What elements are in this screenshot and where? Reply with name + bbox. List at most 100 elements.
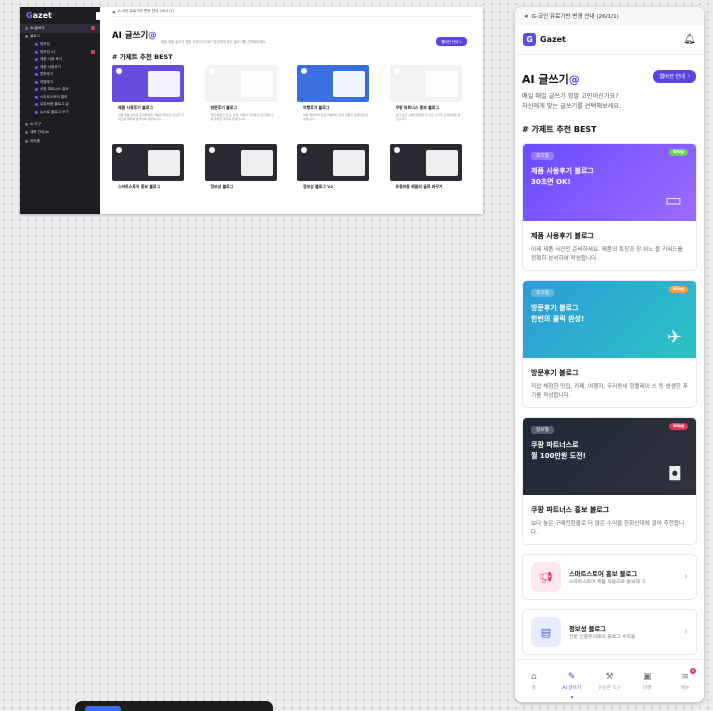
chevron-right-icon: › xyxy=(687,73,690,79)
sidebar-subitem[interactable]: 여행후기 xyxy=(20,79,100,87)
wrench-icon: ⚒ xyxy=(605,671,614,682)
card-title: 제품 사용후기 블로그 xyxy=(118,105,153,110)
sidebar-subitem[interactable]: 정보성 xyxy=(20,41,100,49)
sidebar-subitem[interactable]: 스마트스토어 홍보 xyxy=(20,94,100,102)
brand-name: Gazet xyxy=(540,35,566,44)
desktop-notice-bar[interactable]: ◀ G-코인 유료기반 변경 안내 (26/1/1) xyxy=(112,7,471,17)
sidebar-subitem[interactable]: 쿠팡 파트너스 홍보 xyxy=(20,86,100,94)
desktop-sidebar: Gazet AI 글쓰기 블로그 정보성 정보성 v2 제품 사용 후기 제품 사용후… xyxy=(20,7,102,214)
pen-icon xyxy=(25,26,28,30)
sidebar-item-chat-manage[interactable]: 대화 관리/AI xyxy=(20,129,100,138)
card-title: 방문후기 블로그 xyxy=(210,105,237,110)
card-desc: 이제 제품 사진만 준비하세요. 제품의 특징과 장점을 키워드를 정확히 분석… xyxy=(118,113,184,121)
blog-badge: blog xyxy=(669,149,688,156)
bell-icon[interactable]: 🔔︎ xyxy=(683,34,696,45)
card-desc: 직접 체험한 맛집, 카페, 여행지 우리동네 핫플레이스 등 생생한 후기를 … xyxy=(210,113,274,121)
desktop-main: ◀ G-코인 유료기반 변경 안내 (26/1/1) AI 글쓰기@ 매일 매일… xyxy=(100,7,483,214)
dot-icon xyxy=(35,103,38,107)
chevron-right-icon: › xyxy=(684,572,688,582)
home-icon: ⌂ xyxy=(531,671,537,682)
sidebar-item-ai-writing[interactable]: AI 글쓰기 xyxy=(20,24,100,33)
category-tag: 정보형 xyxy=(531,426,554,434)
gazet-icon xyxy=(393,68,400,74)
tab-store[interactable]: ▣ 마켓 xyxy=(628,660,666,702)
card-banner: 후기형 blog 제품 사용후기 블로그 30초면 OK! ▭ xyxy=(523,144,696,221)
template-card[interactable]: 후기형 blog 제품 사용후기 블로그 30초면 OK! ▭ 제품 사용후기 블로그 이제… xyxy=(522,143,697,271)
preview-image xyxy=(148,71,180,97)
web-guide-button[interactable]: 웹버전 안내 > xyxy=(436,37,467,46)
sidebar-subitem[interactable]: 방문후기 xyxy=(20,71,100,79)
gazet-icon xyxy=(301,147,307,153)
card-desc: 보다 높은 구매전환율로 더 많은 수익을 한화산대에 걸어 추천합니다. xyxy=(531,521,685,536)
template-card[interactable]: 정보형 blog 쿠팡 파트너스로 월 100만원 도전! ◘ 쿠팡 파트너스 홍보 블로… xyxy=(522,417,697,545)
card-thumbnail xyxy=(389,144,462,181)
desktop-template-card[interactable]: 스마트스토어 홍보 블로그 xyxy=(112,144,184,204)
tab-wrench[interactable]: ⚒ 유용한 도구 xyxy=(591,660,629,702)
page-desc: 매일 매일 글쓰기 정말 고민이신가요? 자신에게 맞는 글쓰기를 선택해보세요… xyxy=(522,93,621,110)
dot-icon xyxy=(35,58,38,62)
desktop-template-card[interactable]: 정보성 블로그 xyxy=(204,144,277,204)
gazet-icon xyxy=(116,147,122,153)
sidebar-subitem[interactable]: 정보성 v2 xyxy=(20,49,100,57)
sidebar-subitem[interactable]: 유튜브용 블로그 글 xyxy=(20,101,100,109)
desktop-template-card[interactable]: 정보성 블로그 V2 xyxy=(297,144,369,204)
desktop-logo[interactable]: Gazet xyxy=(20,11,100,24)
document-icon: ▤ xyxy=(531,617,561,647)
dock-button[interactable] xyxy=(85,706,121,711)
category-tag: 후기형 xyxy=(531,289,554,297)
card-title: 스마트스토어 홍보 블로그 xyxy=(118,184,161,189)
tab-menu[interactable]: ≡ 메뉴 N xyxy=(666,660,704,702)
dot-icon xyxy=(35,65,38,69)
web-guide-button[interactable]: 웹버전 안내 › xyxy=(653,70,696,83)
sidebar-subitem[interactable]: 제품 사용 후기 xyxy=(20,56,100,64)
mobile-notice-bar[interactable]: ◂ G-코인 유료기반 변경 안내 (26/1/1) xyxy=(515,7,704,25)
list-item[interactable]: ▤ 정보성 블로그 전문 인증주의로의 블로그 수익용 › xyxy=(522,609,697,655)
banner-headline: 쿠팡 파트너스로 월 100만원 도전! xyxy=(531,441,586,460)
folder-icon xyxy=(25,35,28,39)
mobile-header: G Gazet 🔔︎ xyxy=(515,25,704,55)
dot-icon xyxy=(35,88,38,92)
mobile-simple-list: 📢︎ 스마트스토어 홍보 블로그 스마트스토어 제품 자동으로 홍보해 가 › ▤ 정보성… xyxy=(522,554,697,655)
preview-image xyxy=(425,150,458,176)
list-item-desc: 스마트스토어 제품 자동으로 홍보해 가 xyxy=(569,579,646,585)
list-item-title: 스마트스토어 홍보 블로그 xyxy=(569,570,638,578)
card-thumbnail xyxy=(112,144,184,181)
desktop-template-card[interactable]: 쿠팡 파트너스 홍보 블로그 보다 높은 구매전환율로 더 많은 수익을 한화산대… xyxy=(389,65,462,144)
sidebar-subitem[interactable]: 뉴스로 블로그 쓰기 xyxy=(20,109,100,117)
gazet-logo[interactable]: G xyxy=(523,33,536,46)
list-item[interactable]: 📢︎ 스마트스토어 홍보 블로그 스마트스토어 제품 자동으로 홍보해 가 › xyxy=(522,554,697,600)
template-card[interactable]: 후기형 blog 방문후기 블로그 한번의 클릭 완성! ✈ 방문후기 블로그 직접 체험한… xyxy=(522,280,697,408)
banner-headline: 방문후기 블로그 한번의 클릭 완성! xyxy=(531,304,585,323)
desktop-page-desc: 매일 매일 글쓰기 정말 고민이신가요? 자신에게 맞는 글쓰기를 선택해보세요… xyxy=(161,40,267,44)
tool-icon xyxy=(25,122,28,126)
desktop-card-grid: 제품 사용후기 블로그이제 제품 사진만 준비하세요. 제품의 특징과 장점을 … xyxy=(112,65,471,204)
tab-home[interactable]: ⌂ 홈 xyxy=(515,660,553,702)
desktop-template-card[interactable]: 방문후기 블로그직접 체험한 맛집, 카페, 여행지 우리동네 핫플레이스 등 … xyxy=(204,65,277,144)
card-title: 정보성 블로그 xyxy=(210,184,234,189)
sidebar-subitem[interactable]: 제품 사용후기 xyxy=(20,64,100,72)
card-thumbnail xyxy=(204,144,277,181)
sidebar-item-blog[interactable]: 블로그 xyxy=(20,33,100,42)
card-thumbnail xyxy=(297,144,369,181)
desktop-template-card[interactable]: 유튜브용 제품의 글로 바꾸기 xyxy=(389,144,462,204)
desktop-template-card[interactable]: 여행후기 블로그 여행 계획부터 감성 리뷰까지 여행 경험을 생생하게 담아냅니… xyxy=(297,65,369,144)
desktop-template-card[interactable]: 제품 사용후기 블로그이제 제품 사진만 준비하세요. 제품의 특징과 장점을 … xyxy=(112,65,184,144)
sidebar-item-ai-tools[interactable]: AI 도구 xyxy=(20,120,100,129)
card-banner: 후기형 blog 방문후기 블로그 한번의 클릭 완성! ✈ xyxy=(523,281,696,358)
card-thumbnail xyxy=(297,65,369,102)
category-tag: 후기형 xyxy=(531,152,554,160)
card-desc: 직접 체험한 맛집, 카페, 여행지, 우리동네 핫플레이 스 등 생생한 후기… xyxy=(531,384,688,399)
list-item-title: 정보성 블로그 xyxy=(569,625,606,633)
card-desc: 이제 제품 사진만 준비하세요. 제품의 특징과 장·위노 을 키워드를 정확히… xyxy=(531,247,683,262)
card-title: 쿠팡 파트너스 홍보 블로그 xyxy=(395,105,439,110)
preview-image xyxy=(148,150,180,176)
card-desc: 여행 계획부터 감성 리뷰까지 여행 경험을 생생하게 담아냅니다. xyxy=(303,113,368,121)
mobile-card-list: 후기형 blog 제품 사용후기 블로그 30초면 OK! ▭ 제품 사용후기 블로그 이제… xyxy=(522,143,697,545)
preview-image xyxy=(240,71,273,97)
menu-icon: ≡ xyxy=(681,671,689,682)
dot-icon xyxy=(35,50,38,54)
gazet-icon xyxy=(208,68,215,74)
tab-pen[interactable]: ✎ AI 글쓰기 xyxy=(553,660,591,702)
sidebar-item-myroom[interactable]: 마이룸 xyxy=(20,137,100,146)
preview-image xyxy=(240,150,273,176)
